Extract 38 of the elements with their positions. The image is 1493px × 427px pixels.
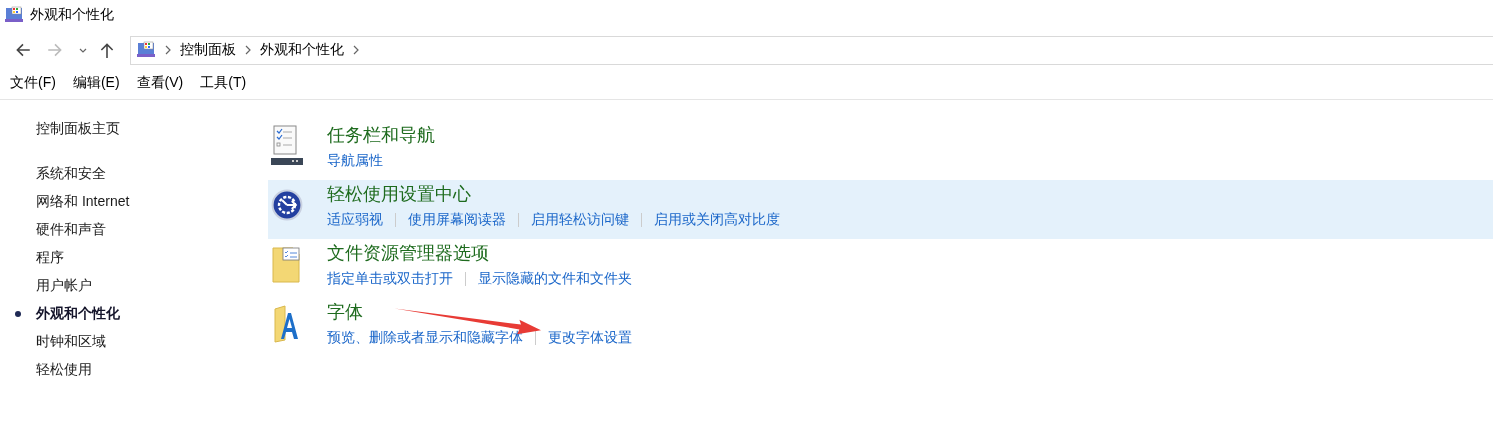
sidebar-link[interactable]: 硬件和声音 bbox=[36, 221, 106, 239]
control-panel-icon bbox=[136, 41, 156, 59]
task-link[interactable]: 预览、删除或者显示和隐藏字体 bbox=[327, 329, 523, 347]
checklist-icon bbox=[271, 125, 303, 167]
breadcrumb[interactable]: 控制面板 bbox=[180, 41, 236, 59]
category-title[interactable]: 任务栏和导航 bbox=[327, 123, 435, 147]
chevron-right-icon bbox=[164, 45, 172, 55]
task-link[interactable]: 启用轻松访问键 bbox=[531, 211, 629, 229]
category-title[interactable]: 字体 bbox=[327, 300, 632, 324]
menu-item[interactable]: 文件(F) bbox=[10, 74, 56, 92]
task-link[interactable]: 导航属性 bbox=[327, 152, 383, 170]
task-link[interactable]: 使用屏幕阅读器 bbox=[408, 211, 506, 229]
sidebar-link[interactable]: 用户帐户 bbox=[36, 277, 92, 295]
sidebar-link[interactable]: 系统和安全 bbox=[36, 165, 106, 183]
menu-item[interactable]: 编辑(E) bbox=[72, 74, 120, 92]
chevron-right-icon bbox=[244, 45, 252, 55]
sidebar-link[interactable]: 网络和 Internet bbox=[36, 193, 130, 211]
task-link[interactable]: 更改字体设置 bbox=[548, 329, 632, 347]
category-title[interactable]: 文件资源管理器选项 bbox=[327, 241, 632, 265]
sidebar-link[interactable]: 轻松使用 bbox=[36, 361, 92, 379]
breadcrumb[interactable]: 外观和个性化 bbox=[260, 41, 344, 59]
address-bar[interactable]: 控制面板 外观和个性化 bbox=[130, 35, 1493, 65]
window-title: 外观和个性化 bbox=[30, 6, 114, 24]
up-arrow-icon[interactable] bbox=[98, 41, 116, 59]
sidebar-link[interactable]: 程序 bbox=[36, 249, 64, 267]
menu-item[interactable]: 工具(T) bbox=[200, 74, 247, 92]
menu-item[interactable]: 查看(V) bbox=[136, 74, 184, 92]
category-title[interactable]: 轻松使用设置中心 bbox=[327, 182, 780, 206]
chevron-right-icon[interactable] bbox=[352, 45, 360, 55]
control-panel-icon bbox=[4, 6, 24, 24]
sidebar-link[interactable]: 时钟和区域 bbox=[36, 333, 106, 351]
task-link[interactable]: 启用或关闭高对比度 bbox=[654, 211, 780, 229]
sidebar-link[interactable]: 控制面板主页 bbox=[36, 120, 268, 148]
task-link[interactable]: 指定单击或双击打开 bbox=[327, 270, 453, 288]
task-link[interactable]: 适应弱视 bbox=[327, 211, 383, 229]
back-arrow-icon[interactable] bbox=[14, 41, 32, 59]
sidebar-link[interactable]: 外观和个性化 bbox=[36, 305, 120, 323]
task-link[interactable]: 显示隐藏的文件和文件夹 bbox=[478, 270, 632, 288]
